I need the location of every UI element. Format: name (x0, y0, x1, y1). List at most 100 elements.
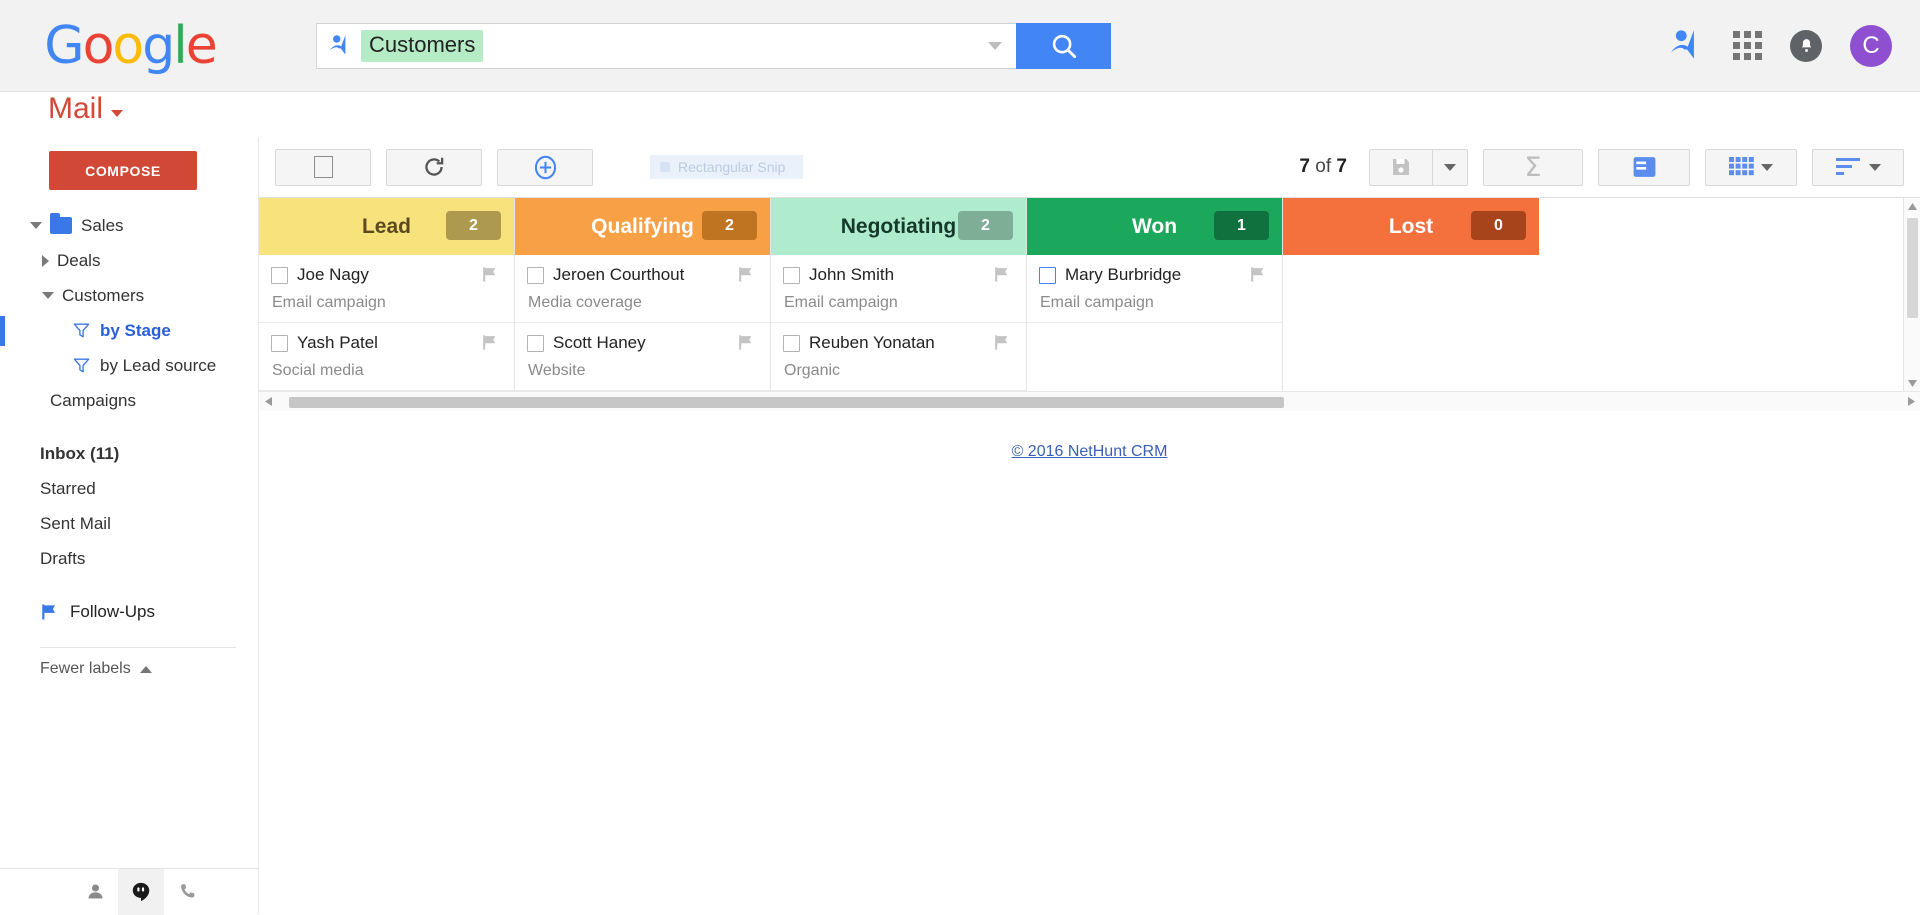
save-button[interactable] (1369, 148, 1432, 186)
mail-menu-button[interactable]: Mail (48, 92, 124, 126)
sidebar-item-deals[interactable]: Deals (0, 243, 258, 278)
column-header[interactable]: Lost 0 (1283, 198, 1539, 255)
column-header[interactable]: Won 1 (1027, 198, 1282, 255)
card-checkbox[interactable] (527, 266, 544, 284)
hangouts-button[interactable] (118, 868, 164, 915)
horizontal-scrollbar[interactable] (259, 391, 1920, 411)
triangle-down-icon[interactable] (42, 292, 54, 299)
refresh-button[interactable] (386, 148, 482, 186)
card-checkbox[interactable] (1039, 266, 1056, 284)
sidebar-item-label: Deals (57, 250, 101, 270)
flag-icon[interactable] (737, 333, 756, 352)
sidebar-item-customers[interactable]: Customers (0, 278, 258, 313)
compose-button[interactable]: COMPOSE (49, 151, 197, 190)
caret-right-icon (1907, 397, 1915, 406)
notifications-button[interactable] (1790, 29, 1822, 62)
summary-button[interactable]: Σ (1483, 148, 1583, 186)
google-logo[interactable]: Google (0, 20, 250, 72)
flag-icon[interactable] (993, 333, 1012, 352)
search-button[interactable] (1016, 22, 1111, 69)
flag-icon[interactable] (481, 265, 500, 284)
kanban-card[interactable]: Joe Nagy Email campaign (259, 255, 514, 323)
footer: © 2016 NetHunt CRM (259, 443, 1920, 461)
scroll-up-button[interactable] (1904, 198, 1920, 215)
chevron-down-icon[interactable] (1868, 163, 1881, 171)
sidebar-item-drafts[interactable]: Drafts (0, 541, 258, 576)
column-header[interactable]: Lead 2 (259, 198, 514, 255)
kanban-card[interactable]: Mary Burbridge Email campaign (1027, 255, 1282, 323)
sidebar-item-starred[interactable]: Starred (0, 471, 258, 506)
grid-view-button[interactable] (1705, 148, 1797, 186)
triangle-down-icon[interactable] (30, 222, 42, 229)
logo-letter-e: e (185, 15, 218, 76)
apps-button[interactable] (1733, 31, 1762, 60)
chevron-down-icon[interactable] (988, 41, 1002, 50)
folder-icon (50, 213, 72, 234)
kanban-card[interactable]: Scott Haney Website (515, 323, 770, 391)
card-name: Jeroen Courthout (553, 265, 685, 284)
flag-icon[interactable] (1249, 265, 1268, 284)
top-bar-actions: C (1667, 24, 1920, 67)
save-dropdown-button[interactable] (1432, 148, 1468, 186)
card-source: Email campaign (1040, 294, 1154, 311)
contacts-button[interactable] (72, 869, 118, 915)
card-checkbox[interactable] (271, 334, 288, 352)
kanban-card[interactable]: Jeroen Courthout Media coverage (515, 255, 770, 323)
fewer-labels-button[interactable]: Fewer labels (0, 660, 258, 678)
sidebar-item-by-stage[interactable]: by Stage (0, 313, 258, 348)
card-checkbox[interactable] (527, 334, 544, 352)
logo-letter-o2: o (112, 15, 144, 76)
avatar[interactable]: C (1850, 24, 1892, 67)
nethunt-app-button[interactable] (1667, 27, 1705, 65)
search-chip-customers[interactable]: Customers (361, 29, 484, 62)
card-checkbox[interactable] (271, 266, 288, 284)
column-header[interactable]: Negotiating 2 (771, 198, 1026, 255)
card-checkbox[interactable] (783, 266, 800, 284)
column-count-badge: 2 (446, 211, 501, 240)
column-title: Won (1131, 214, 1178, 238)
chevron-down-icon[interactable] (1761, 163, 1773, 171)
counter-current: 7 (1299, 156, 1310, 177)
flag-icon[interactable] (993, 265, 1012, 284)
phone-icon (180, 884, 194, 898)
card-view-button[interactable] (1598, 148, 1690, 186)
select-all-button[interactable] (275, 148, 371, 186)
grid-view-icon (1729, 157, 1754, 176)
horizontal-scroll-thumb[interactable] (289, 396, 1284, 408)
sidebar-item-by-lead-source[interactable]: by Lead source (0, 348, 258, 383)
footer-link[interactable]: © 2016 NetHunt CRM (1012, 443, 1168, 460)
scroll-down-button[interactable] (1904, 375, 1920, 392)
flag-icon[interactable] (737, 265, 756, 284)
scroll-left-button[interactable] (259, 397, 277, 406)
sidebar-item-follow-ups[interactable]: Follow-Ups (0, 594, 258, 629)
kanban-board: Lead 2 Joe Nagy Email campaign Yash Patel Soc… (259, 197, 1920, 411)
horizontal-scroll-track[interactable] (277, 392, 1902, 412)
chevron-down-icon (1444, 163, 1456, 171)
scroll-right-button[interactable] (1902, 397, 1920, 406)
sidebar-divider (40, 647, 236, 648)
triangle-right-icon[interactable] (42, 254, 49, 267)
chat-toolbar (0, 868, 259, 915)
kanban-card[interactable]: John Smith Email campaign (771, 255, 1026, 323)
search-input[interactable]: Customers (316, 22, 1016, 69)
card-checkbox[interactable] (783, 334, 800, 352)
sidebar-item-sales[interactable]: Sales (0, 208, 258, 243)
sidebar-item-campaigns[interactable]: Campaigns (0, 383, 258, 418)
column-title: Qualifying (591, 214, 694, 238)
sidebar-item-inbox[interactable]: Inbox (11) (0, 436, 258, 471)
sort-button[interactable] (1812, 148, 1904, 186)
column-title: Lead (361, 214, 411, 238)
phone-button[interactable] (164, 869, 210, 915)
add-record-button[interactable] (497, 148, 593, 186)
snip-label: Rectangular Snip (678, 159, 786, 175)
card-view-icon (1633, 157, 1655, 177)
vertical-scroll-thumb[interactable] (1907, 218, 1918, 318)
column-header[interactable]: Qualifying 2 (515, 198, 770, 255)
flag-icon[interactable] (481, 333, 500, 352)
kanban-card[interactable]: Reuben Yonatan Organic (771, 323, 1026, 391)
vertical-scrollbar[interactable] (1903, 198, 1920, 392)
sidebar-item-sent-mail[interactable]: Sent Mail (0, 506, 258, 541)
kanban-card[interactable]: Yash Patel Social media (259, 323, 514, 391)
card-source: Organic (784, 362, 841, 379)
